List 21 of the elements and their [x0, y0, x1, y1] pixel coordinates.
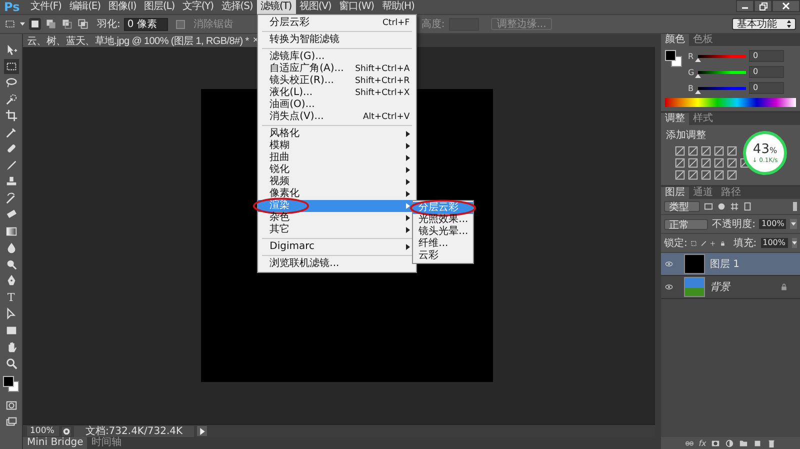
panel-heading: 添加调整: [665, 128, 707, 143]
layer-name: 背景: [710, 280, 730, 294]
height-label: 高度:: [421, 18, 445, 31]
channel-label: G: [688, 68, 695, 76]
fill-label: 填充:: [733, 236, 757, 250]
document-info: 文档:732.4K/732.4K: [74, 426, 194, 436]
document-title: 云、树、蓝天、草地.jpg @ 100% (图层 1, RGB/8#) *: [27, 34, 249, 48]
anti-alias-label: 消除锯齿: [193, 18, 234, 31]
lock-label: 锁定:: [664, 236, 688, 250]
shortcut-label: Shift+Ctrl+A: [355, 63, 410, 75]
shortcut-label: Shift+Ctrl+X: [355, 87, 410, 99]
feather-label: 羽化:: [97, 18, 120, 31]
channel-label: B: [688, 84, 694, 92]
percent-reading: 43%: [752, 142, 778, 156]
app-logo: Ps: [4, 0, 20, 14]
opacity-label: 不透明度:: [712, 218, 756, 231]
shortcut-label: Ctrl+F: [382, 17, 410, 29]
shortcut-label: Shift+Ctrl+R: [355, 75, 410, 87]
shortcut-label: Alt+Ctrl+V: [362, 111, 410, 123]
channel-label: R: [688, 52, 695, 60]
layer-name: 图层 1: [710, 258, 740, 271]
